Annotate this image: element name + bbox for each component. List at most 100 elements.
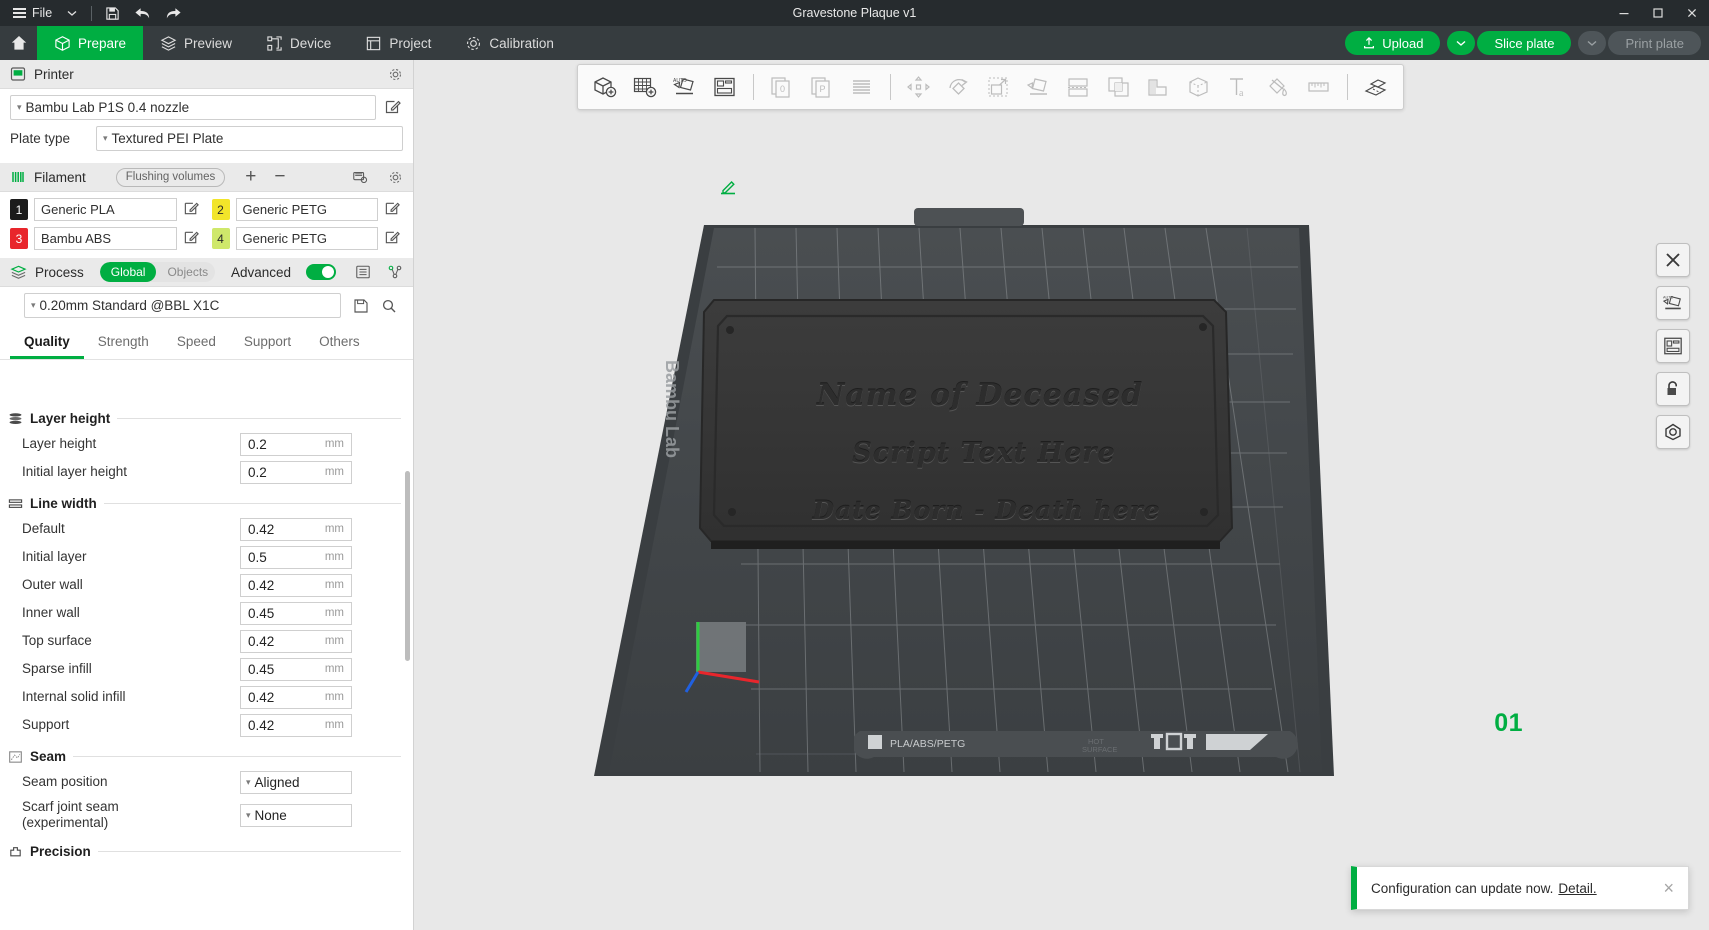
filament-sync-icon[interactable] [352, 169, 368, 185]
model-text-line-3: Date Born - Death here [812, 496, 1161, 525]
parameter-list-icon[interactable] [355, 264, 371, 280]
chevron-down-icon: ▾ [17, 102, 22, 112]
param-unit: mm [324, 635, 344, 647]
group-line-width: Line width [0, 486, 413, 515]
compare-presets-icon[interactable] [387, 264, 403, 280]
save-button[interactable] [98, 0, 127, 26]
param-label: Layer height [22, 436, 97, 452]
process-preset-select[interactable]: ▾ 0.20mm Standard @BBL X1C [24, 293, 341, 318]
filament-edit-icon-1[interactable] [183, 200, 202, 219]
file-menu-button[interactable]: File [6, 0, 59, 26]
printer-preset-row: ▾ Bambu Lab P1S 0.4 nozzle [0, 89, 413, 126]
slice-plate-label: Slice plate [1494, 35, 1555, 51]
tab-speed[interactable]: Speed [163, 328, 230, 359]
filament-color-swatch-2[interactable]: 2 [211, 199, 230, 220]
tab-project[interactable]: Project [348, 26, 448, 60]
param-select[interactable]: ▾ None [240, 803, 352, 827]
flushing-volumes-button[interactable]: Flushing volumes [115, 167, 226, 187]
param-input[interactable]: 0.5 mm [240, 545, 352, 569]
save-preset-icon[interactable] [353, 298, 369, 314]
param-unit: mm [324, 579, 344, 591]
print-options-button[interactable] [1578, 31, 1607, 55]
param-input[interactable]: 0.2 mm [240, 460, 352, 484]
project-icon [367, 36, 381, 50]
svg-text:Bambu Lab: Bambu Lab [662, 360, 682, 458]
param-input[interactable]: 0.42 mm [240, 685, 352, 709]
filament-slot-1: 1 Generic PLA [10, 198, 202, 221]
param-label: Support [22, 717, 70, 733]
param-value: 0.42 [248, 689, 275, 705]
plate-type-value: Textured PEI Plate [111, 131, 224, 146]
param-input[interactable]: 0.2 mm [240, 432, 352, 456]
remove-filament-button[interactable]: − [274, 166, 285, 188]
filament-icon [10, 169, 26, 185]
filament-name-3[interactable]: Bambu ABS [34, 227, 177, 250]
build-plate-scene[interactable]: Bambu Lab Name of Deceased Script Text H… [414, 60, 1709, 930]
tab-strength[interactable]: Strength [84, 328, 163, 359]
toast-detail-link[interactable]: Detail. [1558, 881, 1596, 896]
search-parameter-icon[interactable] [381, 298, 397, 314]
filament-name-2[interactable]: Generic PETG [235, 198, 378, 221]
slice-plate-button[interactable]: Slice plate [1477, 31, 1572, 55]
param-layer-height: Layer height 0.2 mm [0, 430, 413, 458]
device-icon [267, 35, 282, 51]
slice-options-button[interactable] [1447, 31, 1476, 55]
printer-preset-select[interactable]: ▾ Bambu Lab P1S 0.4 nozzle [10, 95, 376, 120]
advanced-label: Advanced [230, 264, 291, 280]
maximize-button[interactable] [1641, 0, 1675, 26]
filament-color-swatch-1[interactable]: 1 [10, 199, 28, 220]
process-preset-row: ▾ 0.20mm Standard @BBL X1C [0, 287, 413, 324]
param-input[interactable]: 0.42 mm [240, 629, 352, 653]
tab-device[interactable]: Device [249, 26, 348, 60]
parameter-scrollbar[interactable] [405, 471, 410, 661]
param-support-width: Support 0.42 mm [0, 711, 413, 739]
group-title: Line width [30, 496, 97, 511]
param-select[interactable]: ▾ Aligned [240, 770, 352, 794]
filament-name-1[interactable]: Generic PLA [34, 198, 177, 221]
tab-others[interactable]: Others [305, 328, 374, 359]
tab-calibration[interactable]: Calibration [448, 26, 571, 60]
file-menu-label: File [32, 6, 53, 20]
param-input[interactable]: 0.45 mm [240, 601, 352, 625]
tab-quality[interactable]: Quality [10, 328, 84, 359]
scope-objects-option[interactable]: Objects [156, 262, 214, 282]
print-plate-button[interactable]: Print plate [1608, 31, 1701, 55]
home-button[interactable] [0, 26, 37, 60]
tab-preview[interactable]: Preview [143, 26, 249, 60]
param-input[interactable]: 0.42 mm [240, 713, 352, 737]
menu-dropdown-button[interactable] [59, 0, 85, 26]
home-icon [11, 36, 26, 50]
close-button[interactable] [1675, 0, 1709, 26]
scope-global-option[interactable]: Global [99, 262, 157, 282]
redo-button[interactable] [158, 0, 189, 26]
minimize-button[interactable] [1607, 0, 1641, 26]
printer-settings-gear-icon[interactable] [388, 67, 403, 82]
param-input[interactable]: 0.42 mm [240, 517, 352, 541]
plate-type-select[interactable]: ▾ Textured PEI Plate [96, 126, 403, 151]
tab-support[interactable]: Support [230, 328, 305, 359]
advanced-toggle[interactable] [306, 264, 336, 280]
3d-viewport[interactable]: AUTO 0 P a AUTO Bambu Lab Name of Deceas… [414, 60, 1709, 930]
tab-prepare[interactable]: Prepare [37, 26, 144, 60]
param-unit: mm [324, 719, 344, 731]
filament-color-swatch-4[interactable]: 4 [211, 228, 230, 249]
filament-edit-icon-2[interactable] [384, 200, 403, 219]
filament-color-swatch-3[interactable]: 3 [10, 228, 28, 249]
close-icon[interactable]: × [1663, 879, 1674, 897]
undo-button[interactable] [127, 0, 158, 26]
pencil-icon[interactable] [719, 178, 737, 201]
param-input[interactable]: 0.45 mm [240, 657, 352, 681]
notification-toast[interactable]: Configuration can update now. Detail. × [1351, 866, 1689, 910]
param-input[interactable]: 0.42 mm [240, 573, 352, 597]
process-preset-value: 0.20mm Standard @BBL X1C [39, 298, 220, 313]
filament-edit-icon-4[interactable] [384, 229, 403, 248]
filament-settings-gear-icon[interactable] [388, 170, 403, 185]
printer-edit-icon[interactable] [384, 98, 403, 117]
upload-button[interactable]: Upload [1345, 31, 1441, 55]
filament-edit-icon-3[interactable] [183, 229, 202, 248]
param-label: Scarf joint seam (experimental) [22, 799, 119, 830]
filament-name-4[interactable]: Generic PETG [235, 227, 378, 250]
add-filament-button[interactable]: + [245, 166, 256, 188]
settings-sidebar: Printer ▾ Bambu Lab P1S 0.4 nozzle Plate… [0, 60, 414, 930]
tab-project-label: Project [389, 35, 432, 51]
